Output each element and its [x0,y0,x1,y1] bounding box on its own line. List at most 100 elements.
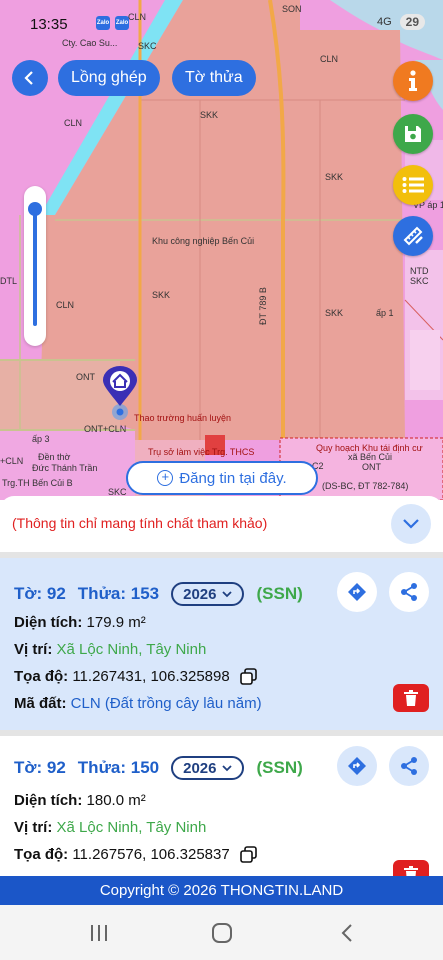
coordinates-row: Tọa độ: 11.267431, 106.325898 [14,668,258,686]
delete-button[interactable] [393,860,429,876]
sheet-number: 92 [46,584,66,603]
map-label: xã Bến Củi [348,452,393,462]
parcel-info-sheet[interactable]: (Thông tin chỉ mang tính chất tham khảo)… [0,496,443,876]
directions-button[interactable] [337,572,377,612]
chevron-down-icon [222,764,233,771]
map-label: CLN [56,300,75,310]
directions-button[interactable] [337,746,377,786]
parcel-header: Tờ: 92 Thửa: 150 2026 (SSN) [14,756,303,780]
status-bar: 13:35 Zalo Zalo 4G 29 [0,0,443,40]
coordinates-value: 11.267576, 106.325837 [72,846,230,863]
back-nav-button[interactable] [333,919,361,947]
year-select-value: 2026 [183,585,217,603]
trash-icon [404,866,418,876]
source-badge: (SSN) [256,758,303,777]
map-label: DTL [0,276,18,286]
collapse-sheet-button[interactable] [391,504,431,544]
info-icon [409,70,417,91]
map-label: ấp 3 [32,434,50,444]
list-button[interactable] [393,165,433,205]
share-icon [401,583,417,601]
plot-number: 153 [130,584,160,603]
chevron-down-icon [403,519,419,529]
area-value: 180.0 m² [86,792,146,809]
share-button[interactable] [389,746,429,786]
location-value: Xã Lộc Ninh, Tây Ninh [56,641,207,658]
map-label: SKK [325,172,344,182]
trash-icon [404,690,418,706]
chevron-down-icon [222,590,233,597]
directions-icon [348,583,366,601]
map-label: SKC [138,41,157,51]
parcel-card[interactable]: Tờ: 92 Thửa: 153 2026 (SSN) Diện tích: 1… [0,558,443,730]
location-pin-icon[interactable] [99,366,141,427]
list-icon [402,177,424,193]
sheet-number-label: Tờ: [14,758,43,777]
signal-icon: 4G [376,16,392,28]
zoom-slider-track [33,206,37,326]
zoom-slider[interactable] [24,186,46,346]
parcel-card[interactable]: Tờ: 92 Thửa: 150 2026 (SSN) Diện tích: 1… [0,736,443,876]
coordinates-row: Tọa độ: 11.267576, 106.325837 [14,846,258,864]
back-icon [341,924,352,942]
plus-circle-icon: + [157,470,174,486]
save-button[interactable] [393,114,433,154]
map-label: ấp 1 [376,308,394,318]
home-button[interactable] [208,919,236,947]
share-icon [401,757,417,775]
status-time: 13:35 [30,16,68,33]
map-label: CLN [64,118,83,128]
delete-button[interactable] [393,684,429,712]
area-row: Diện tích: 179.9 m² [14,614,146,631]
map-label: ONT [76,372,95,382]
directions-icon [348,757,366,775]
year-select[interactable]: 2026 [171,582,245,606]
share-button[interactable] [389,572,429,612]
plot-number-label: Thửa: [77,584,126,603]
area-value: 179.9 m² [86,614,146,631]
map-label: ONT [362,462,381,472]
ruler-pencil-icon [403,226,423,246]
copyright-bar: Copyright © 2026 THONGTIN.LAND [0,876,443,905]
map-label: NTD [410,266,429,276]
long-ghep-button[interactable]: Lồng ghép [58,60,160,96]
post-listing-label: Đăng tin tại đây. [179,469,287,487]
map-label: SKC [410,276,429,286]
map-label: CLN [320,54,339,64]
source-badge: (SSN) [256,584,303,603]
measure-button[interactable] [393,216,433,256]
back-button[interactable] [12,60,48,96]
copy-icon[interactable] [240,668,258,686]
to-thua-button[interactable]: Tờ thửa [172,60,256,96]
map-label: (DS-BC, ĐT 782-784) [322,481,409,491]
parcel-header: Tờ: 92 Thửa: 153 2026 (SSN) [14,582,303,606]
post-listing-button[interactable]: + Đăng tin tại đây. [126,461,318,495]
map-label: +CLN [0,456,24,466]
map-label: Trg.TH Bến Củi B [2,478,73,488]
battery-icon: 29 [399,14,425,30]
recent-apps-button[interactable] [85,919,113,947]
location-row: Vị trí: Xã Lộc Ninh, Tây Ninh [14,819,207,836]
disclaimer-text: (Thông tin chỉ mang tính chất tham khảo) [12,515,268,531]
land-code-row: Mã đất: CLN (Đất trồng cây lâu năm) [14,695,262,712]
zoom-slider-knob[interactable] [28,202,42,216]
year-select-value: 2026 [183,759,217,777]
sheet-number: 92 [46,758,66,777]
map-label: SKK [152,290,171,300]
coordinates-value: 11.267431, 106.325898 [72,668,230,685]
copy-icon[interactable] [240,846,258,864]
system-nav-bar [0,905,443,960]
zalo-icon: Zalo [115,16,129,30]
plot-number: 150 [130,758,160,777]
sheet-number-label: Tờ: [14,584,43,603]
zalo-icon: Zalo [96,16,110,30]
map-label: Đức Thánh Trần [32,463,98,473]
map-view[interactable]: CLN SON Cty. Cao Su... SKC CLN SKK SKK K… [0,0,443,500]
map-label: Khu công nghiệp Bến Củi [152,236,255,246]
info-button[interactable] [393,61,433,101]
map-label: Đền thờ [38,452,71,462]
year-select[interactable]: 2026 [171,756,245,780]
location-value: Xã Lộc Ninh, Tây Ninh [56,819,207,836]
plot-number-label: Thửa: [77,758,126,777]
home-icon [212,923,232,943]
